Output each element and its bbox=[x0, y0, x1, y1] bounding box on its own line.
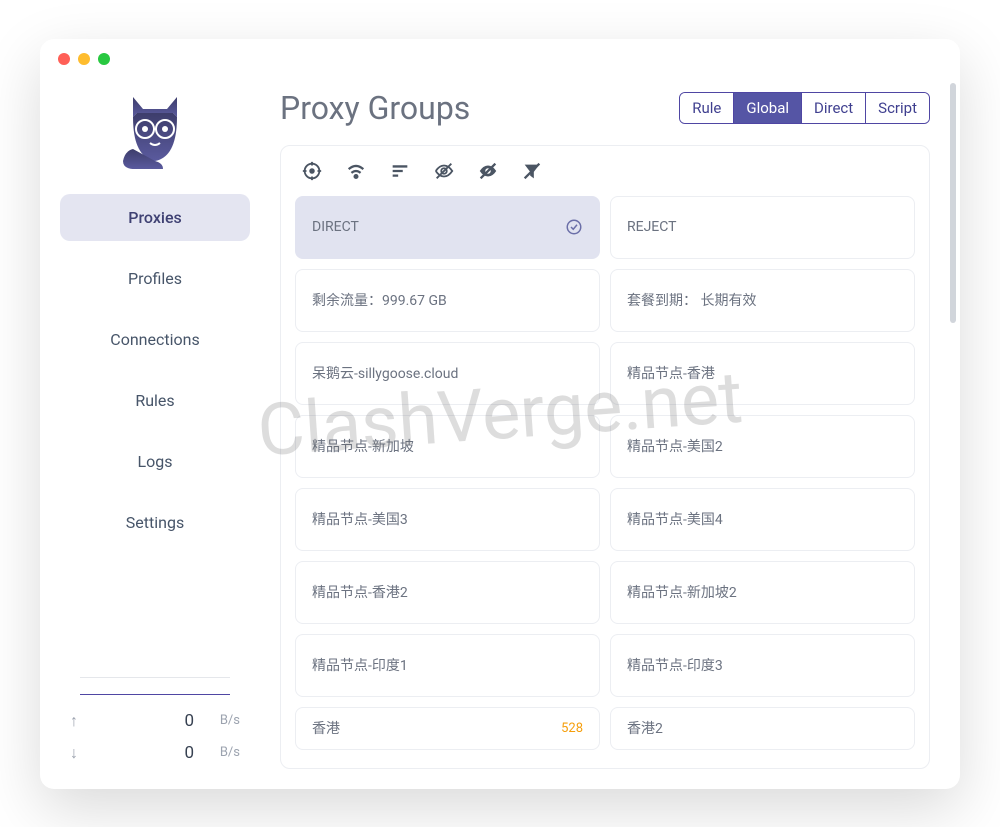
proxy-label: 香港2 bbox=[627, 718, 663, 738]
sidebar: Proxies Profiles Connections Rules Logs … bbox=[40, 79, 270, 789]
proxy-card[interactable]: 精品节点-美国2 bbox=[610, 415, 915, 478]
header: Proxy Groups Rule Global Direct Script bbox=[280, 89, 930, 127]
app-window: Proxies Profiles Connections Rules Logs … bbox=[40, 39, 960, 789]
proxy-card-reject[interactable]: REJECT bbox=[610, 196, 915, 259]
proxy-label: 香港 bbox=[312, 718, 340, 738]
check-circle-icon bbox=[565, 218, 583, 236]
proxy-card[interactable]: 香港2 bbox=[610, 707, 915, 750]
proxy-card[interactable]: 香港 528 bbox=[295, 707, 600, 750]
proxy-label: 呆鹅云-sillygoose.cloud bbox=[312, 363, 458, 383]
nav-label: Profiles bbox=[128, 269, 182, 288]
nav-label: Rules bbox=[135, 391, 174, 410]
toolbar bbox=[281, 146, 929, 196]
nav-connections[interactable]: Connections bbox=[60, 316, 250, 363]
upload-unit: B/s bbox=[204, 713, 240, 728]
upload-row: ↑ 0 B/s bbox=[70, 705, 240, 737]
divider bbox=[80, 677, 230, 678]
proxy-card[interactable]: 精品节点-美国4 bbox=[610, 488, 915, 551]
tab-label: Direct bbox=[814, 99, 853, 117]
proxy-label: 精品节点-美国3 bbox=[312, 509, 408, 529]
page-title: Proxy Groups bbox=[280, 89, 470, 127]
sort-icon[interactable] bbox=[389, 160, 411, 182]
upload-arrow-icon: ↑ bbox=[70, 711, 94, 731]
nav-list: Proxies Profiles Connections Rules Logs … bbox=[60, 194, 250, 667]
proxy-card[interactable]: 精品节点-印度3 bbox=[610, 634, 915, 697]
nav-label: Logs bbox=[138, 452, 173, 471]
nav-label: Proxies bbox=[128, 208, 182, 227]
proxy-grid: DIRECT REJECT 剩余流量：999.67 GB 套餐到期： 长期有效 … bbox=[281, 196, 929, 764]
mode-tab-rule[interactable]: Rule bbox=[680, 93, 734, 123]
nav-rules[interactable]: Rules bbox=[60, 377, 250, 424]
mode-tab-script[interactable]: Script bbox=[866, 93, 929, 123]
download-value: 0 bbox=[94, 743, 204, 763]
proxy-panel: DIRECT REJECT 剩余流量：999.67 GB 套餐到期： 长期有效 … bbox=[280, 145, 930, 769]
nav-profiles[interactable]: Profiles bbox=[60, 255, 250, 302]
proxy-card[interactable]: 精品节点-印度1 bbox=[295, 634, 600, 697]
nav-proxies[interactable]: Proxies bbox=[60, 194, 250, 241]
proxy-card[interactable]: 剩余流量：999.67 GB bbox=[295, 269, 600, 332]
proxy-label: DIRECT bbox=[312, 219, 359, 235]
proxy-label: 剩余流量：999.67 GB bbox=[312, 290, 447, 310]
nav-logs[interactable]: Logs bbox=[60, 438, 250, 485]
app-logo bbox=[60, 89, 250, 174]
upload-value: 0 bbox=[94, 711, 204, 731]
proxy-card[interactable]: 精品节点-香港 bbox=[610, 342, 915, 405]
mode-tab-direct[interactable]: Direct bbox=[802, 93, 866, 123]
proxy-label: 精品节点-香港2 bbox=[312, 582, 408, 602]
filter-off-icon[interactable] bbox=[521, 160, 543, 182]
proxy-card[interactable]: 精品节点-美国3 bbox=[295, 488, 600, 551]
scrollbar[interactable] bbox=[950, 83, 956, 323]
mode-tab-global[interactable]: Global bbox=[734, 93, 802, 123]
window-close-button[interactable] bbox=[58, 53, 70, 65]
proxy-label: 精品节点-香港 bbox=[627, 363, 715, 383]
window-minimize-button[interactable] bbox=[78, 53, 90, 65]
traffic-stats: ↑ 0 B/s ↓ 0 B/s bbox=[60, 705, 250, 769]
proxy-label: 精品节点-新加坡2 bbox=[627, 582, 737, 602]
proxy-label: 精品节点-美国2 bbox=[627, 436, 723, 456]
download-arrow-icon: ↓ bbox=[70, 743, 94, 763]
tab-label: Rule bbox=[692, 99, 721, 117]
visibility-off-icon[interactable] bbox=[433, 160, 455, 182]
nav-label: Connections bbox=[110, 330, 199, 349]
content-area: Proxies Profiles Connections Rules Logs … bbox=[40, 79, 960, 789]
nav-label: Settings bbox=[126, 513, 184, 532]
proxy-label: 精品节点-印度3 bbox=[627, 655, 723, 675]
proxy-label: 精品节点-印度1 bbox=[312, 655, 408, 675]
download-row: ↓ 0 B/s bbox=[70, 737, 240, 769]
proxy-label: 精品节点-美国4 bbox=[627, 509, 723, 529]
proxy-label: 精品节点-新加坡 bbox=[312, 436, 414, 456]
proxy-label: 套餐到期： 长期有效 bbox=[627, 290, 756, 310]
proxy-card[interactable]: 呆鹅云-sillygoose.cloud bbox=[295, 342, 600, 405]
eye-off-icon[interactable] bbox=[477, 160, 499, 182]
cat-logo-icon bbox=[115, 89, 195, 174]
download-unit: B/s bbox=[204, 745, 240, 760]
proxy-card-direct[interactable]: DIRECT bbox=[295, 196, 600, 259]
tab-label: Global bbox=[746, 99, 789, 117]
proxy-card[interactable]: 套餐到期： 长期有效 bbox=[610, 269, 915, 332]
location-icon[interactable] bbox=[301, 160, 323, 182]
divider-accent bbox=[80, 694, 230, 695]
proxy-card[interactable]: 精品节点-新加坡 bbox=[295, 415, 600, 478]
titlebar bbox=[40, 39, 960, 79]
proxy-card[interactable]: 精品节点-香港2 bbox=[295, 561, 600, 624]
proxy-label: REJECT bbox=[627, 219, 677, 235]
latency-value: 528 bbox=[561, 721, 583, 736]
window-maximize-button[interactable] bbox=[98, 53, 110, 65]
mode-tabs: Rule Global Direct Script bbox=[679, 92, 930, 124]
wifi-speed-icon[interactable] bbox=[345, 160, 367, 182]
tab-label: Script bbox=[878, 99, 917, 117]
main-panel: Proxy Groups Rule Global Direct Script bbox=[270, 79, 960, 789]
nav-settings[interactable]: Settings bbox=[60, 499, 250, 546]
proxy-card[interactable]: 精品节点-新加坡2 bbox=[610, 561, 915, 624]
